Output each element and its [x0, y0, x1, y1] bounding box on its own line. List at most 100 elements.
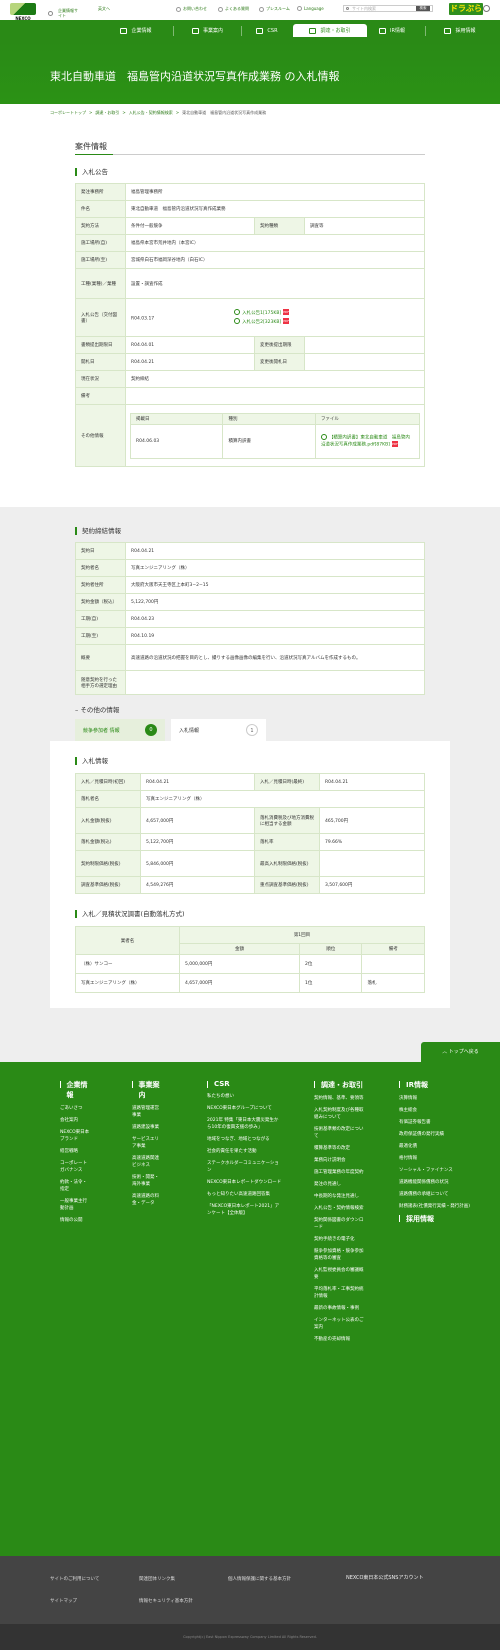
footer-link[interactable]: 私たちの想い: [207, 1093, 282, 1100]
footer-link[interactable]: 約款・法令・指定: [60, 1179, 90, 1193]
row-key-2: 落札消費税及び地方消費税に相当する金額: [254, 807, 320, 834]
row-value: 5,846,000円: [140, 850, 255, 877]
footer-link[interactable]: 契約情報、基準、要領等: [314, 1095, 364, 1102]
breadcrumb-item[interactable]: 入札公告・契約情報検索: [129, 110, 173, 116]
search-input[interactable]: サイト内検索 検索: [343, 5, 433, 12]
footer-link[interactable]: ステークホルダーコミュニケーション: [207, 1160, 282, 1174]
footer-link[interactable]: 入札公告・契約情報検索: [314, 1205, 364, 1212]
nav-5[interactable]: IR情報: [360, 24, 424, 37]
footer-link[interactable]: インターネット公表のご案内: [314, 1317, 364, 1331]
footer-link[interactable]: ごあいさつ: [60, 1105, 90, 1112]
breadcrumb-item[interactable]: 調達・お取引: [95, 110, 119, 116]
footer-link[interactable]: 政府保証債の発行実績: [399, 1131, 479, 1138]
tab-competitors[interactable]: 競争参加者 情報 0: [75, 719, 165, 741]
row-value: 写真エンジニアリング（株）: [140, 790, 425, 808]
file-link[interactable]: 入札公告1[175KB] PDF: [234, 309, 290, 318]
footer-link[interactable]: 積算基準等の改定: [314, 1145, 364, 1152]
footer-link[interactable]: もっと知りたい高速道路回答集: [207, 1191, 282, 1198]
footer-link[interactable]: 情報の公開: [60, 1217, 90, 1224]
footer-col-head[interactable]: 企業情報: [60, 1080, 90, 1100]
sns-link[interactable]: NEXCO東日本公式SNSアカウント: [346, 1574, 423, 1581]
file-link[interactable]: 入札公告2[323KB] PDF: [234, 318, 290, 327]
footer-link[interactable]: ソーシャル・ファイナンス: [399, 1167, 479, 1174]
footer-link[interactable]: 高速道路の料金・データ: [132, 1193, 162, 1207]
footer-link[interactable]: 最新の事故情報・事例: [314, 1305, 364, 1312]
footer-link[interactable]: 財務諸表(社債発行実績・発行計画): [399, 1203, 479, 1210]
nav-1[interactable]: 企業情報: [100, 24, 172, 37]
footer-link[interactable]: 社会的責任を果たす活動: [207, 1148, 282, 1155]
row-key: 工種(業種)／業種: [75, 268, 126, 299]
footer-link[interactable]: 発注の見通し: [314, 1181, 364, 1188]
footer-link[interactable]: 「NEXCO東日本レポート2021」アンケート【全体版】: [207, 1203, 282, 1217]
nav-3[interactable]: CSR: [243, 24, 291, 37]
footer-link-usage[interactable]: サイトのご利用について: [50, 1576, 99, 1582]
info-icon[interactable]: [483, 5, 490, 12]
footer-link-security[interactable]: 情報セキュリティ基本方針: [139, 1598, 193, 1604]
other-info-cell[interactable]: 【積算内訳書】東北自動車道 福島管内沿道状況写真作成業務.pdf[87KB] PD…: [314, 423, 421, 459]
footer-link-related[interactable]: 関連団体リンク集: [139, 1576, 175, 1582]
footer-link[interactable]: 地域をつなぎ、地域とつながる: [207, 1136, 282, 1143]
footer-link[interactable]: 決算情報: [399, 1095, 479, 1102]
footer-link[interactable]: 高速道路関連ビジネス: [132, 1155, 162, 1169]
language-link[interactable]: Language: [297, 6, 324, 11]
contact-link[interactable]: お問い合わせ: [176, 6, 207, 12]
faq-link[interactable]: よくある質問: [218, 6, 249, 12]
nexco-logo[interactable]: NEXCO: [6, 3, 40, 21]
footer-link[interactable]: 入札契約制度及び各種取組みについて: [314, 1107, 364, 1121]
footer-link[interactable]: 中長期的な発注見通し: [314, 1193, 364, 1200]
footer-link[interactable]: 会社案内: [60, 1117, 90, 1124]
footer-col-head[interactable]: CSR: [207, 1080, 282, 1088]
footer-link[interactable]: 施工管理業務の年度契約: [314, 1169, 364, 1176]
footer-link[interactable]: 業務向け説明会: [314, 1157, 364, 1164]
footer-link[interactable]: 最適化債: [399, 1143, 479, 1150]
footer-link[interactable]: 競争参加資格・競争参加資格等の審査: [314, 1248, 364, 1262]
footer-link[interactable]: 経営戦略: [60, 1148, 90, 1155]
other-info-col: 種別: [222, 412, 316, 425]
footer-link-sitemap[interactable]: サイトマップ: [50, 1598, 77, 1604]
footer-link[interactable]: 技術・開発・海外事業: [132, 1174, 162, 1188]
nav-2[interactable]: 事業案内: [175, 24, 240, 37]
footer-link[interactable]: 入札監視委員会の審議概要: [314, 1267, 364, 1281]
footer-link[interactable]: 平均落札率・工事契約統計情報: [314, 1286, 364, 1300]
pressroom-link[interactable]: プレスルーム: [259, 6, 290, 12]
footer-link[interactable]: 契約手続きの電子化: [314, 1236, 364, 1243]
row-value-text: 写真エンジニアリング（株）: [146, 797, 205, 802]
search-button[interactable]: 検索: [416, 6, 430, 11]
row-value-2: 79.66%: [319, 833, 425, 851]
file-label: 入札公告2[323KB]: [242, 319, 282, 325]
footer-link[interactable]: コーポレートガバナンス: [60, 1160, 90, 1174]
nav-6[interactable]: 採用情報: [427, 24, 493, 37]
back-to-top-button[interactable]: ︿ トップへ戻る: [421, 1042, 500, 1062]
footer-link[interactable]: 道路管理運営事業: [132, 1105, 162, 1119]
row-value-text: 5,122,700円: [131, 600, 159, 605]
footer-bottom: サイトのご利用について 関連団体リンク集 個人情報保護に関する基本方針 サイトマ…: [0, 1556, 500, 1624]
footer-link[interactable]: サービスエリア事業: [132, 1136, 162, 1150]
nav-4[interactable]: 調達・お取引: [293, 24, 367, 37]
footer-col-head[interactable]: 事業案内: [132, 1080, 162, 1100]
english-link[interactable]: 英文へ: [98, 6, 110, 12]
footer-link[interactable]: NEXCO東日本ブランド: [60, 1129, 90, 1143]
footer-link[interactable]: 技術基準類の改定について: [314, 1126, 364, 1140]
footer-link[interactable]: 2021年 特集「東日本大震災発生から10年の復興支援の歩み」: [207, 1117, 282, 1131]
footer-link[interactable]: 一般事業主行動計画: [60, 1198, 90, 1212]
dorapura-banner[interactable]: ドラぷら: [449, 3, 483, 15]
footer-link[interactable]: 道路債務の承継について: [399, 1191, 479, 1198]
footer-link[interactable]: 有価証券報告書: [399, 1119, 479, 1126]
footer-link[interactable]: 道路建設事業: [132, 1124, 162, 1131]
footer-col-recruit[interactable]: 採用情報: [399, 1214, 434, 1224]
footer-link[interactable]: NEXCO東日本レポートダウンロード: [207, 1179, 282, 1186]
breadcrumb-item[interactable]: コーポレートトップ: [50, 110, 86, 116]
footer-link-privacy[interactable]: 個人情報保護に関する基本方針: [228, 1576, 291, 1582]
footer-link[interactable]: NEXCO東日本グループについて: [207, 1105, 282, 1112]
row-value-text: 福島県本宮市荒井地内（本宮IC）: [131, 241, 199, 246]
footer-link[interactable]: 不動産の売却情報: [314, 1336, 364, 1343]
footer-link[interactable]: 格付情報: [399, 1155, 479, 1162]
table-row: 入札／見積日時(初回) R04.04.21 入札／見積日時(最終) R04.04.21: [75, 773, 425, 791]
footer-link[interactable]: 契約関係図書のダウンロード: [314, 1217, 364, 1231]
tab-bid-info[interactable]: 入札情報 1: [171, 719, 266, 741]
row-value-text: 設置・調査作成: [131, 281, 163, 287]
footer-col-head[interactable]: 調達・お取引: [314, 1080, 364, 1090]
footer-col-head[interactable]: IR情報: [399, 1080, 479, 1090]
footer-link[interactable]: 道路機能関係債務の状況: [399, 1179, 479, 1186]
footer-link[interactable]: 株主総会: [399, 1107, 479, 1114]
